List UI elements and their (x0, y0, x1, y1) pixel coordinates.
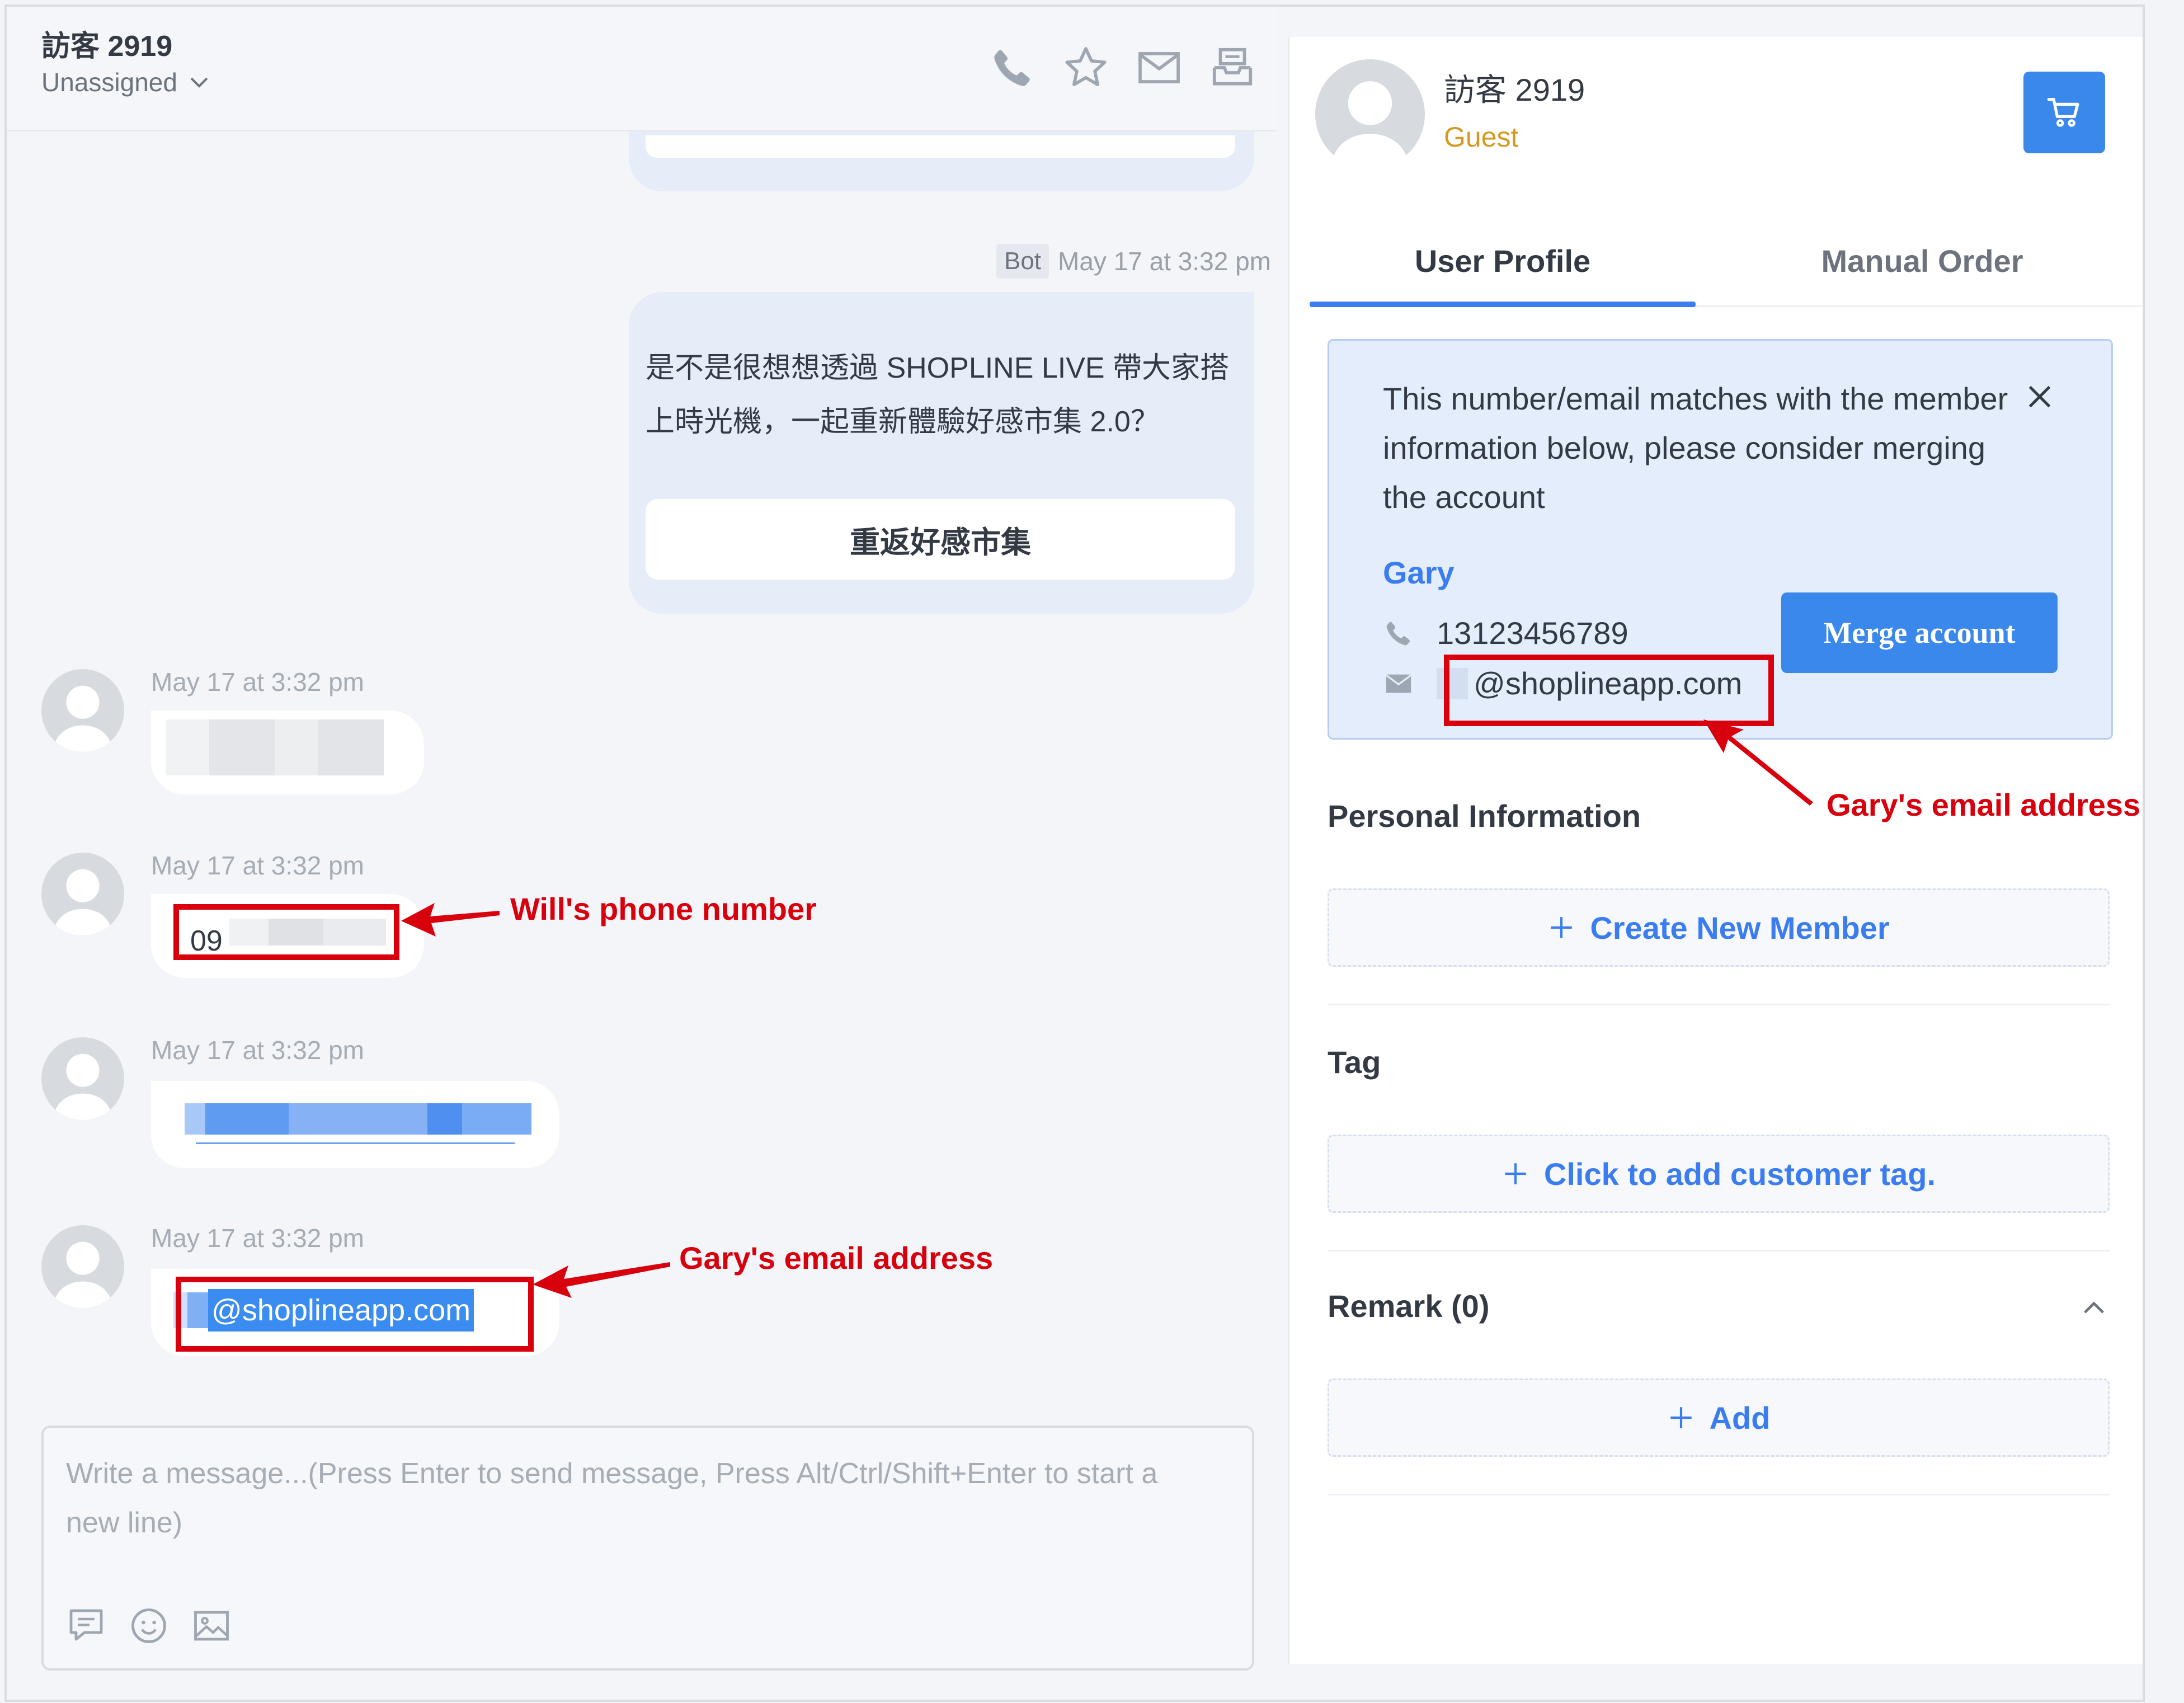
plus-icon (1551, 917, 1573, 938)
customer-avatar (41, 1225, 124, 1308)
plus-icon (1505, 1163, 1526, 1184)
bot-quick-reply-button[interactable]: 重返好感市集 (646, 499, 1235, 580)
annotation-arrow-phone (401, 903, 500, 937)
create-member-button[interactable]: Create New Member (1328, 888, 2110, 967)
divider (1328, 1004, 2110, 1005)
customer-avatar (41, 1037, 124, 1120)
chat-panel: 訪客 2919 Unassigned Bot May 17 at 3:32 pm… (7, 7, 1277, 1700)
cart-button[interactable] (2023, 72, 2105, 153)
annotation-chat-email-label: Gary's email address (679, 1240, 994, 1276)
highlight-box-phone (173, 904, 399, 960)
template-icon[interactable] (66, 1606, 106, 1646)
remark-title: Remark (0) (1328, 1288, 1490, 1324)
chevron-up-icon[interactable] (2078, 1293, 2110, 1324)
bot-badge: Bot (996, 244, 1049, 279)
profile-avatar (1315, 59, 1425, 169)
customer-avatar (41, 853, 124, 935)
profile-tabs: User Profile Manual Order (1310, 216, 2143, 307)
tab-user-profile[interactable]: User Profile (1310, 216, 1696, 307)
link-underline (196, 1142, 515, 1144)
star-icon[interactable] (1062, 44, 1110, 92)
annotation-arrow-chat-email (533, 1262, 670, 1298)
merge-notice-text: This number/email matches with the membe… (1383, 381, 2008, 515)
profile-name: 訪客 2919 (1444, 72, 1585, 107)
divider (1328, 1494, 2110, 1495)
merge-account-button[interactable]: Merge account (1781, 592, 2058, 673)
tag-title: Tag (1328, 1045, 1381, 1080)
phone-icon (1386, 621, 1410, 645)
bot-message-meta: Bot May 17 at 3:32 pm (996, 244, 1271, 279)
message-bubble (151, 711, 424, 794)
message-bubble (151, 1081, 559, 1168)
matched-member-phone: 13123456789 (1383, 615, 1628, 651)
customer-avatar (41, 669, 124, 752)
chat-header: 訪客 2919 Unassigned (7, 7, 1277, 131)
divider (1328, 1250, 2110, 1252)
emoji-icon[interactable] (129, 1606, 169, 1646)
plus-icon (1670, 1407, 1692, 1428)
annotation-phone-label: Will's phone number (510, 891, 817, 926)
bot-message-bubble: 是不是很想想透過 SHOPLINE LIVE 帶大家搭上時光機，一起重新體驗好感… (629, 292, 1254, 614)
mail-icon[interactable] (1135, 44, 1183, 92)
tab-manual-order[interactable]: Manual Order (1696, 216, 2143, 305)
matched-phone-value: 13123456789 (1437, 615, 1628, 651)
add-remark-button[interactable]: Add (1328, 1379, 2110, 1457)
assignee-label: Unassigned (41, 68, 177, 97)
chat-title: 訪客 2919 (41, 30, 173, 63)
customer-profile-panel: 訪客 2919 Guest User Profile Manual Order … (1288, 37, 2143, 1664)
redacted-content (166, 719, 384, 775)
bot-message-text: 是不是很想想透過 SHOPLINE LIVE 帶大家搭上時光機，一起重新體驗好感… (646, 352, 1230, 438)
app-window: 訪客 2919 Unassigned Bot May 17 at 3:32 pm… (4, 4, 2145, 1702)
composer-toolbar (66, 1606, 232, 1646)
create-member-label: Create New Member (1590, 910, 1890, 945)
profile-role-badge: Guest (1444, 121, 1519, 153)
phone-icon[interactable] (989, 44, 1037, 92)
image-icon[interactable] (191, 1606, 232, 1646)
add-remark-label: Add (1709, 1400, 1771, 1436)
matched-member-name[interactable]: Gary (1383, 554, 1455, 591)
annotation-profile-email-label: Gary's email address (1827, 787, 2141, 822)
redacted-link[interactable] (185, 1103, 531, 1135)
archive-icon[interactable] (1208, 44, 1256, 92)
annotation-arrow-profile-email (1703, 719, 1813, 806)
mail-icon (1385, 674, 1412, 693)
add-tag-label: Click to add customer tag. (1543, 1156, 1936, 1192)
personal-info-title: Personal Information (1328, 798, 1641, 834)
message-time: May 17 at 3:32 pm (151, 851, 364, 880)
message-composer[interactable]: Write a message...(Press Enter to send m… (41, 1426, 1254, 1671)
add-tag-button[interactable]: Click to add customer tag. (1328, 1135, 2110, 1213)
cart-icon (2047, 98, 2079, 127)
composer-placeholder: Write a message...(Press Enter to send m… (66, 1457, 1158, 1539)
assignee-dropdown[interactable]: Unassigned (41, 67, 209, 97)
highlight-box-profile-email (1444, 655, 1774, 726)
bot-message-time: May 17 at 3:32 pm (1058, 247, 1271, 276)
message-time: May 17 at 3:32 pm (151, 667, 364, 697)
chevron-down-icon (190, 77, 208, 88)
highlight-box-chat-email (176, 1277, 534, 1352)
message-time: May 17 at 3:32 pm (151, 1224, 364, 1253)
header-actions (989, 44, 1256, 92)
close-icon[interactable] (2023, 380, 2056, 413)
message-time: May 17 at 3:32 pm (151, 1036, 364, 1065)
previous-bot-button[interactable] (646, 135, 1235, 158)
